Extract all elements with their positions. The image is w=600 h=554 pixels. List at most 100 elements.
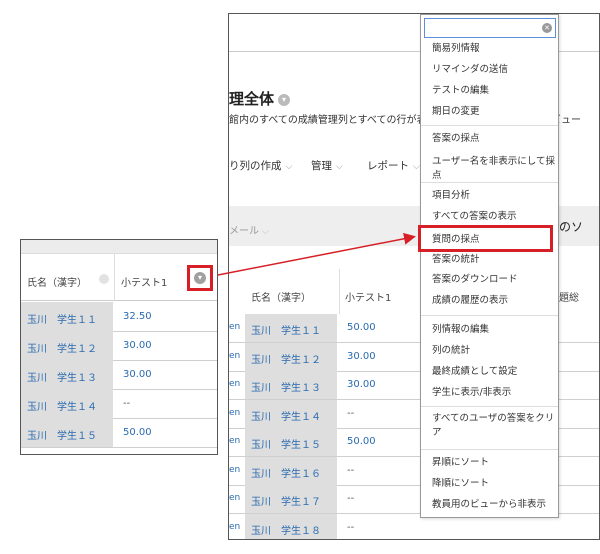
create-column-menu[interactable]: り列の作成 ⌵ <box>229 158 292 173</box>
student-name-cell[interactable]: 玉川 学生１４ <box>245 399 337 428</box>
table-row: 玉川 学生１４ -- <box>21 389 217 419</box>
menu-search-input[interactable]: ✕ <box>424 18 556 38</box>
column-options-menu: ✕ 簡易列情報リマインダの送信 テストの編集 期日の変更答案の採点ユーザー名を非表示… <box>420 14 559 518</box>
row-id-fragment: en <box>229 436 241 446</box>
menu-item[interactable]: 答案の統計 <box>432 253 556 267</box>
table-row: en 玉川 学生１６ -- <box>229 456 429 485</box>
score-cell[interactable]: 30.00 <box>339 343 429 371</box>
zoom-column-header-name[interactable]: 氏名（漢字） <box>27 274 87 289</box>
menu-item[interactable]: 列情報の編集 <box>432 323 556 337</box>
table-row: 玉川 学生１２ 30.00 <box>21 331 217 361</box>
menu-item[interactable]: リマインダの送信 <box>432 63 556 77</box>
table-row: en 玉川 学生１３ 30.00 <box>229 371 429 399</box>
score-cell[interactable]: 50.00 <box>115 418 217 448</box>
menu-item[interactable]: すべてのユーザの答案をクリア <box>432 412 556 440</box>
table-row: en 玉川 学生１２ 30.00 <box>229 342 429 371</box>
student-name-cell[interactable]: 玉川 学生１５ <box>245 428 337 456</box>
page-description: 館内のすべての成績管理列とすべての行が表示 <box>229 115 437 126</box>
score-cell[interactable]: -- <box>339 485 429 513</box>
table-row: en 玉川 学生１４ -- <box>229 399 429 428</box>
score-cell[interactable]: 30.00 <box>115 360 217 390</box>
column-divider <box>114 254 115 301</box>
table-row: en 玉川 学生１７ -- <box>229 485 429 513</box>
info-chevron-icon[interactable]: ▾ <box>278 93 291 106</box>
menu-divider <box>421 182 558 183</box>
clear-icon[interactable]: ✕ <box>542 23 552 33</box>
reports-menu[interactable]: レポート ⌵ <box>367 158 420 173</box>
student-name-cell[interactable]: 玉川 学生１８ <box>245 513 337 539</box>
score-cell[interactable]: 50.00 <box>339 428 429 456</box>
student-name-cell[interactable]: 玉川 学生１３ <box>21 360 113 390</box>
row-id-fragment: en <box>229 322 241 332</box>
manage-label: 管理 <box>311 160 332 172</box>
student-name-cell[interactable]: 玉川 学生１７ <box>245 485 337 513</box>
score-cell[interactable]: -- <box>339 514 429 540</box>
manage-menu[interactable]: 管理 ⌵ <box>311 158 343 173</box>
sort-label-fragment: のソ <box>559 220 584 234</box>
row-id-fragment: en <box>229 493 241 503</box>
table-row: en 玉川 学生１５ 50.00 <box>229 428 429 456</box>
table-row: 玉川 学生１５ 50.00 <box>21 418 217 448</box>
table-row: 玉川 学生１３ 30.00 <box>21 360 217 390</box>
menu-item[interactable]: 簡易列情報 <box>432 42 556 56</box>
chevron-down-icon: ⌵ <box>285 162 293 172</box>
menu-item[interactable]: 学生に表示/非表示 <box>432 386 556 400</box>
menu-item[interactable]: 成績の履歴の表示 <box>432 294 556 308</box>
menu-item[interactable]: 最終成績として設定 <box>432 365 556 379</box>
menu-item[interactable]: 答案のダウンロード <box>432 273 556 287</box>
row-id-fragment: en <box>229 407 241 418</box>
score-cell[interactable]: -- <box>339 457 429 485</box>
highlight-box <box>418 225 553 252</box>
score-cell[interactable]: -- <box>115 389 217 419</box>
menu-item[interactable]: 答案の採点 <box>432 132 556 146</box>
chevron-down-icon: ▾ <box>194 272 206 284</box>
email-dropdown[interactable]: メール ⌵ <box>229 222 269 237</box>
zoom-top-band <box>21 240 217 254</box>
row-id-fragment: en <box>229 464 241 475</box>
column-options-button-highlighted[interactable]: ▾ <box>187 265 213 291</box>
page-title-text: 理全体 <box>229 90 275 108</box>
menu-divider <box>421 406 558 407</box>
student-name-cell[interactable]: 玉川 学生１１ <box>245 314 337 342</box>
menu-item[interactable]: 期日の変更 <box>432 105 556 119</box>
zoom-grid-header: 氏名（漢字） 小テスト1 ▾ <box>21 254 217 301</box>
student-name-cell[interactable]: 玉川 学生１２ <box>21 331 113 361</box>
chevron-down-icon: ⌵ <box>336 162 343 172</box>
score-cell[interactable]: 50.00 <box>339 314 429 342</box>
chevron-down-icon: ⌵ <box>259 227 269 237</box>
create-column-label: り列の作成 <box>229 160 282 172</box>
column-header-name[interactable]: 氏名（漢字） <box>251 289 311 304</box>
menu-item[interactable]: すべての答案の表示 <box>432 210 556 224</box>
reports-label: レポート <box>367 160 409 172</box>
column-header-fragment: 題総 <box>559 293 579 304</box>
student-name-cell[interactable]: 玉川 学生１６ <box>245 456 337 485</box>
menu-item[interactable]: テストの編集 <box>432 84 556 98</box>
table-row: en 玉川 学生１１ 50.00 <box>229 314 429 342</box>
table-row: 玉川 学生１１ 32.50 <box>21 302 217 332</box>
score-cell[interactable]: 32.50 <box>115 302 217 332</box>
student-name-cell[interactable]: 玉川 学生１３ <box>245 371 337 399</box>
menu-item[interactable]: 降順にソート <box>432 477 556 491</box>
row-id-fragment: en <box>229 379 241 389</box>
menu-divider <box>421 449 558 450</box>
score-cell[interactable]: 30.00 <box>339 371 429 399</box>
zoomed-grid-screenshot: 氏名（漢字） 小テスト1 ▾ 玉川 学生１１ 32.50 玉川 学生１２ 30.00 玉… <box>20 239 218 455</box>
menu-divider <box>421 125 558 126</box>
score-cell[interactable]: 30.00 <box>115 331 217 361</box>
zoom-column-header-quiz1[interactable]: 小テスト1 <box>121 274 167 289</box>
menu-item[interactable]: 項目分析 <box>432 189 556 203</box>
email-label: メール <box>229 226 259 237</box>
score-cell[interactable]: -- <box>339 400 429 428</box>
menu-item[interactable]: 昇順にソート <box>432 456 556 470</box>
column-header-quiz1[interactable]: 小テスト1 <box>345 289 391 304</box>
student-name-cell[interactable]: 玉川 学生１１ <box>21 302 113 332</box>
student-name-cell[interactable]: 玉川 学生１４ <box>21 389 113 419</box>
row-separator <box>21 447 217 448</box>
menu-item[interactable]: 列の統計 <box>432 344 556 358</box>
student-name-cell[interactable]: 玉川 学生１５ <box>21 418 113 448</box>
student-name-cell[interactable]: 玉川 学生１２ <box>245 342 337 371</box>
menu-item[interactable]: ユーザー名を非表示にして採点 <box>432 155 556 183</box>
menu-item[interactable]: 教員用のビューから非表示 <box>432 498 556 512</box>
row-id-fragment: en <box>229 521 241 532</box>
menu-divider <box>421 315 558 316</box>
